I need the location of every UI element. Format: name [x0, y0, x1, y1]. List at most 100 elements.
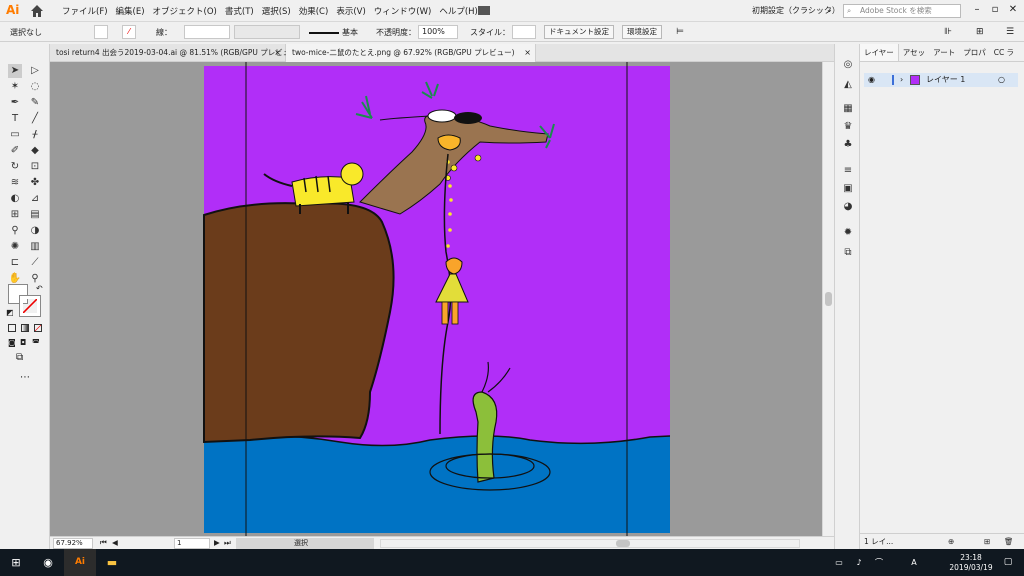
chevron-right-icon[interactable]: ›: [900, 73, 903, 87]
style-swatch[interactable]: [512, 25, 536, 39]
illustrator-taskbar-icon[interactable]: Ai: [64, 549, 96, 576]
more-tools-icon[interactable]: ⋯: [20, 372, 30, 383]
restore-button[interactable]: ▫: [986, 3, 1004, 17]
stroke-swatch[interactable]: ⁄: [122, 25, 136, 39]
menu-type[interactable]: 書式(T): [221, 5, 258, 17]
brushes-icon[interactable]: ♛: [841, 120, 855, 134]
variable-width-select[interactable]: [234, 25, 300, 39]
eyedropper-icon[interactable]: ⚲: [8, 224, 22, 238]
tab-properties[interactable]: プロパ: [959, 44, 990, 61]
pen-tool-icon[interactable]: ✒: [8, 96, 22, 110]
artboard-number[interactable]: 1: [174, 538, 210, 549]
gradient-mode-icon[interactable]: [21, 324, 29, 332]
system-clock[interactable]: 23:18 2019/03/19: [946, 553, 996, 573]
color-panel-icon[interactable]: ◎: [841, 58, 855, 72]
direct-selection-tool-icon[interactable]: ▷: [28, 64, 42, 78]
draw-behind-icon[interactable]: ◘: [20, 338, 26, 347]
close-button[interactable]: ✕: [1004, 3, 1022, 17]
horizontal-scrollbar[interactable]: [380, 539, 800, 548]
menu-select[interactable]: 選択(S): [258, 5, 295, 17]
swap-colors-icon[interactable]: ↶: [36, 284, 43, 293]
tab-assets[interactable]: アセッ: [899, 44, 929, 61]
stock-search-input[interactable]: ⌕ Adobe Stock を検索: [843, 4, 961, 18]
current-tool-status[interactable]: 選択: [236, 538, 374, 549]
none-mode-icon[interactable]: [34, 324, 42, 332]
menu-edit[interactable]: 編集(E): [112, 5, 149, 17]
menu-window[interactable]: ウィンドウ(W): [370, 5, 436, 17]
ime-indicator[interactable]: A: [906, 549, 922, 576]
draw-normal-icon[interactable]: ◙: [8, 338, 16, 347]
volume-icon[interactable]: ♪: [850, 549, 868, 576]
file-explorer-icon[interactable]: ▬: [96, 549, 128, 576]
puppet-warp-icon[interactable]: ✤: [28, 176, 42, 190]
wifi-icon[interactable]: ⌒: [870, 549, 888, 576]
gradient-tool-icon[interactable]: ▤: [28, 208, 42, 222]
first-artboard-icon[interactable]: ⏮: [100, 538, 107, 548]
transform-icon[interactable]: ⊞: [976, 27, 984, 37]
paintbrush-icon[interactable]: ᚋ: [28, 128, 42, 142]
layer-name[interactable]: レイヤー 1: [926, 73, 965, 87]
transparency-icon[interactable]: ◕: [841, 200, 855, 214]
scale-tool-icon[interactable]: ⊡: [28, 160, 42, 174]
swatches-icon[interactable]: ▦: [841, 102, 855, 116]
artboard-canvas[interactable]: [50, 62, 822, 536]
appearance-icon[interactable]: ✹: [841, 226, 855, 240]
close-tab-icon[interactable]: ×: [274, 44, 281, 62]
visibility-eye-icon[interactable]: ◉: [868, 73, 875, 87]
tab-tosi-return4[interactable]: tosi return4 出会う2019-03-04.ai @ 81.51% (…: [50, 44, 301, 62]
zoom-select[interactable]: 67.92%: [53, 538, 93, 549]
chevron-down-icon[interactable]: ⌄: [826, 5, 833, 14]
graph-tool-icon[interactable]: ▥: [28, 240, 42, 254]
vertical-scrollbar[interactable]: [822, 62, 834, 536]
color-mode-icon[interactable]: [8, 324, 16, 332]
perspective-grid-icon[interactable]: ⊿: [28, 192, 42, 206]
type-tool-icon[interactable]: T: [8, 112, 22, 126]
menu-help[interactable]: ヘルプ(H): [435, 5, 482, 17]
prev-artboard-icon[interactable]: ◀: [112, 538, 118, 547]
windows-start-icon[interactable]: ⊞: [0, 549, 32, 576]
scroll-thumb[interactable]: [825, 292, 832, 306]
menu-view[interactable]: 表示(V): [332, 5, 369, 17]
last-artboard-icon[interactable]: ⏭: [224, 538, 231, 548]
new-sublayer-icon[interactable]: ⊕: [948, 534, 954, 550]
blend-tool-icon[interactable]: ◑: [28, 224, 42, 238]
magic-wand-icon[interactable]: ✶: [8, 80, 22, 94]
menu-object[interactable]: オブジェクト(O): [149, 5, 221, 17]
chrome-icon[interactable]: ◉: [32, 549, 64, 576]
stroke-weight-input[interactable]: [184, 25, 230, 39]
gradient-panel-icon[interactable]: ▣: [841, 182, 855, 196]
color-guide-icon[interactable]: ◭: [841, 78, 855, 92]
selection-tool-icon[interactable]: ➤: [8, 64, 22, 78]
menu-effect[interactable]: 効果(C): [295, 5, 333, 17]
slice-tool-icon[interactable]: ⟋: [28, 256, 42, 270]
default-colors-icon[interactable]: ◩: [6, 308, 14, 317]
rectangle-tool-icon[interactable]: ▭: [8, 128, 22, 142]
menu-icon[interactable]: ☰: [1006, 27, 1014, 37]
stroke-color-box[interactable]: [19, 295, 41, 317]
arrange-docs-icon[interactable]: [478, 6, 490, 15]
width-tool-icon[interactable]: ≋: [8, 176, 22, 190]
opacity-input[interactable]: 100%: [418, 25, 458, 39]
next-artboard-icon[interactable]: ▶: [214, 538, 220, 547]
notifications-icon[interactable]: ▢: [996, 549, 1020, 576]
tab-artboards[interactable]: アート: [929, 44, 959, 61]
panel-options-icon[interactable]: ⊪: [944, 27, 952, 37]
network-icon[interactable]: ▭: [830, 549, 848, 576]
new-layer-icon[interactable]: ⊞: [984, 534, 990, 550]
graphic-styles-icon[interactable]: ⧉: [841, 246, 855, 260]
brush-label[interactable]: 基本: [342, 27, 358, 38]
artboard-tool-icon[interactable]: ⊏: [8, 256, 22, 270]
screen-mode-icon[interactable]: ⧉: [16, 352, 23, 363]
shaper-tool-icon[interactable]: ✐: [8, 144, 22, 158]
delete-layer-icon[interactable]: 🗑: [1004, 534, 1014, 550]
target-circle-icon[interactable]: ○: [998, 73, 1005, 87]
lasso-icon[interactable]: ◌: [28, 80, 42, 94]
tab-two-mice[interactable]: two-mice-二鼠のたとえ.png @ 67.92% (RGB/GPU プレ…: [286, 44, 536, 62]
align-icon[interactable]: ⊨: [676, 27, 684, 37]
shape-builder-icon[interactable]: ◐: [8, 192, 22, 206]
symbols-icon[interactable]: ♣: [841, 138, 855, 152]
layer-row[interactable]: ◉ › レイヤー 1 ○: [864, 73, 1018, 87]
home-icon[interactable]: [30, 4, 44, 18]
curvature-tool-icon[interactable]: ✎: [28, 96, 42, 110]
minimize-button[interactable]: –: [968, 3, 986, 17]
